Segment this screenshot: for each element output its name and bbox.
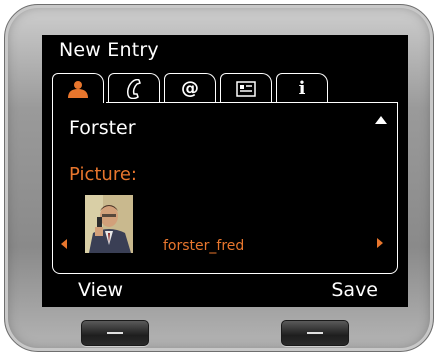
contact-name[interactable]: Forster	[69, 117, 136, 139]
display-screen: New Entry @ i Forster Picture: forster_f…	[42, 35, 408, 307]
contact-photo	[85, 195, 133, 253]
phone-device: New Entry @ i Forster Picture: forster_f…	[4, 4, 434, 352]
left-button-dash-icon	[107, 332, 123, 334]
tab-card[interactable]	[220, 73, 272, 103]
at-sign-icon: @	[181, 78, 199, 99]
business-card-icon	[236, 80, 256, 97]
tab-info[interactable]: i	[276, 73, 328, 103]
previous-picture-icon[interactable]	[61, 239, 67, 249]
save-softkey[interactable]: Save	[331, 279, 378, 301]
left-hardware-button[interactable]	[81, 320, 149, 346]
tab-email[interactable]: @	[164, 73, 216, 103]
tab-phone[interactable]	[108, 73, 160, 103]
softkey-bar: View Save	[42, 276, 408, 307]
entry-panel: Forster Picture: forster_fred	[52, 102, 398, 274]
screen-title: New Entry	[59, 39, 159, 61]
person-icon	[67, 80, 89, 98]
tab-person[interactable]	[52, 73, 104, 103]
info-icon: i	[298, 78, 306, 99]
scroll-up-icon	[375, 116, 387, 124]
picture-filename[interactable]: forster_fred	[163, 238, 244, 254]
view-softkey[interactable]: View	[78, 279, 123, 301]
next-picture-icon[interactable]	[377, 238, 383, 248]
tab-bar: @ i	[42, 73, 408, 103]
right-hardware-button[interactable]	[281, 320, 349, 346]
picture-label: Picture:	[69, 164, 137, 185]
phone-handset-icon	[125, 78, 143, 99]
right-button-dash-icon	[307, 332, 323, 334]
